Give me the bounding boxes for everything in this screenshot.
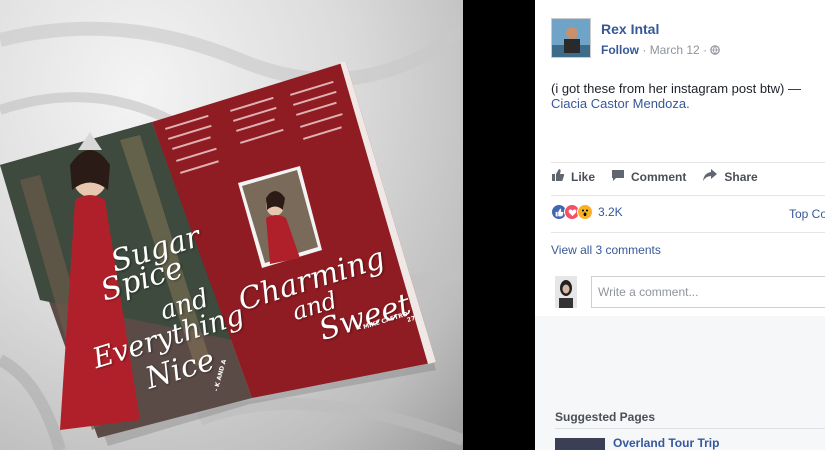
tagged-person-link[interactable]: Ciacia Castor Mendoza.	[551, 96, 690, 111]
author-avatar[interactable]	[551, 18, 591, 58]
comment-icon	[611, 168, 631, 185]
author-name[interactable]: Rex Intal	[601, 21, 659, 37]
comment-input[interactable]: Write a comment...	[591, 276, 825, 308]
share-icon	[702, 168, 724, 185]
divider-bottom	[551, 232, 825, 233]
current-user-avatar	[555, 276, 577, 308]
post-date[interactable]: March 12	[650, 43, 700, 57]
post-side-panel: Rex Intal Follow · March 12 · (i got the…	[535, 0, 825, 450]
like-label: Like	[571, 169, 596, 184]
share-label: Share	[724, 169, 758, 184]
share-button[interactable]: Share	[702, 168, 758, 185]
divider-top	[551, 162, 825, 163]
suggested-page-link[interactable]: Overland Tour Trip	[613, 436, 719, 450]
panel-lower-section	[535, 316, 825, 450]
photo-backdrop	[463, 0, 535, 450]
photo-illustration	[0, 21, 463, 450]
wow-reaction-icon	[577, 204, 593, 220]
meta-separator-2: ·	[703, 43, 708, 57]
reaction-count: 3.2K	[598, 205, 623, 219]
globe-icon	[710, 43, 721, 57]
post-actions: Like Comment Share	[551, 168, 774, 185]
suggested-page-thumbnail[interactable]	[555, 438, 605, 450]
post-photo[interactable]: Sugar Spice and Everything Nice - K AND …	[0, 0, 463, 450]
comment-button[interactable]: Comment	[611, 168, 686, 185]
reaction-summary[interactable]: 3.2K	[551, 204, 623, 220]
thumbs-up-icon	[551, 168, 571, 185]
follow-link[interactable]: Follow	[601, 43, 639, 57]
post-meta: Follow · March 12 ·	[601, 43, 721, 57]
suggested-divider	[555, 428, 825, 429]
author-avatar-image	[552, 19, 590, 57]
suggested-pages-title: Suggested Pages	[555, 410, 656, 424]
divider-middle	[551, 195, 825, 196]
meta-separator: ·	[642, 43, 647, 57]
like-button[interactable]: Like	[551, 168, 595, 185]
view-all-comments-link[interactable]: View all 3 comments	[551, 243, 661, 257]
top-comments-dropdown[interactable]: Top Co	[789, 207, 825, 221]
comment-label: Comment	[631, 169, 687, 184]
